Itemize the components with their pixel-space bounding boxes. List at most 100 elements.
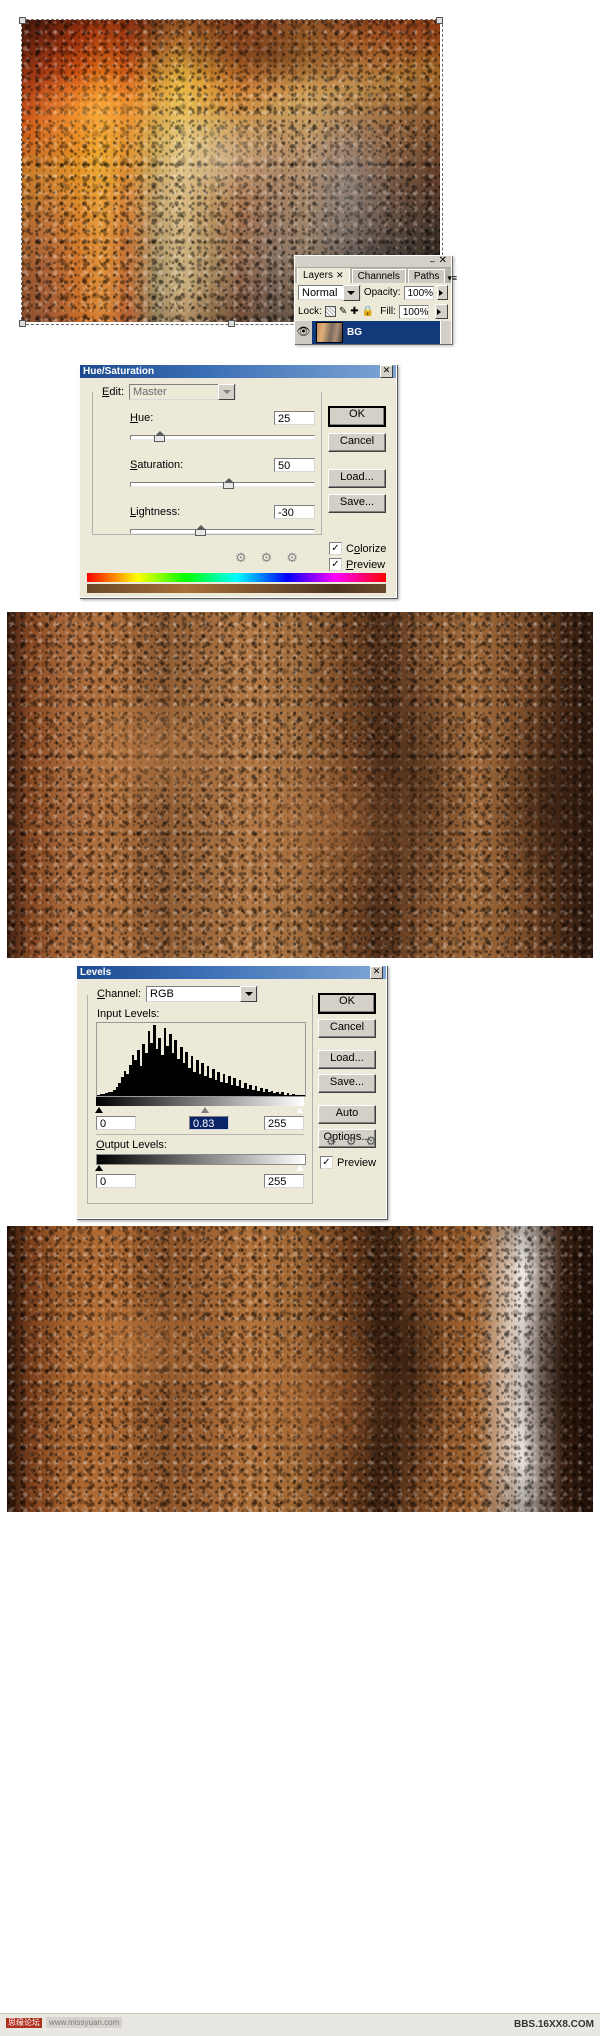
fill-stepper-icon[interactable]	[434, 304, 448, 319]
colorize-checkbox[interactable]: ✓	[329, 542, 342, 555]
selection-handle-bc[interactable]	[228, 320, 235, 327]
palette-tab-row[interactable]: Layers ✕ Channels Paths ▾≡	[295, 267, 457, 283]
auto-button[interactable]: Auto	[318, 1105, 376, 1124]
output-white-point-marker[interactable]	[296, 1165, 304, 1171]
saturation-value[interactable]: 50	[274, 458, 315, 472]
spectrum-bar-result	[87, 584, 386, 593]
palette-menu-icon[interactable]: ▾≡	[447, 274, 457, 283]
lightness-slider-thumb[interactable]	[194, 525, 206, 536]
eyedropper-icon[interactable]: ⚙	[235, 550, 247, 566]
ok-button[interactable]: OK	[318, 993, 376, 1014]
preview-label: Preview	[337, 1156, 377, 1169]
layer-name[interactable]: BG	[347, 327, 362, 338]
hue-slider[interactable]	[130, 431, 315, 442]
lock-image-pixels-icon[interactable]: ✎	[339, 306, 347, 317]
blend-mode-select[interactable]: Normal	[298, 284, 361, 301]
photo-final-rust-texture-after-levels	[7, 1226, 593, 1512]
eyedropper-white-icon[interactable]: ⚙	[366, 1134, 377, 1148]
selection-handle-tl[interactable]	[19, 17, 26, 24]
tab-layers[interactable]: Layers ✕	[297, 267, 350, 283]
tab-channels-label: Channels	[357, 271, 400, 282]
site-watermark: BBS.16XX8.COM	[513, 2019, 594, 2030]
eyedropper-minus-icon[interactable]: ⚙	[286, 550, 298, 566]
load-button[interactable]: Load...	[318, 1050, 376, 1069]
lock-all-icon[interactable]: 🔒	[362, 306, 374, 317]
histogram-bar	[302, 1095, 305, 1096]
close-icon[interactable]: ✕	[439, 256, 447, 266]
layer-row-bg[interactable]: 👁 BG	[295, 321, 451, 344]
saturation-slider-thumb[interactable]	[222, 478, 234, 489]
forum-badge: 思缘论坛	[6, 2017, 42, 2028]
lightness-slider[interactable]	[130, 525, 315, 536]
channel-label: Channel:	[97, 988, 142, 1000]
close-icon[interactable]: ✕	[370, 966, 383, 979]
preview-checkbox[interactable]: ✓	[329, 558, 342, 571]
preview-checkbox[interactable]: ✓	[320, 1156, 333, 1169]
edit-channel-value: Master	[133, 386, 167, 398]
save-button[interactable]: Save...	[318, 1074, 376, 1093]
lock-position-icon[interactable]: ✚	[350, 306, 358, 317]
ok-button[interactable]: OK	[328, 406, 386, 427]
save-button[interactable]: Save...	[328, 494, 386, 513]
chevron-down-icon[interactable]	[240, 986, 258, 1002]
saturation-label: Saturation:	[130, 459, 184, 471]
tab-paths[interactable]: Paths	[407, 269, 446, 283]
close-x-icon[interactable]: ✕	[336, 268, 344, 283]
input-gamma-value[interactable]: 0.83	[189, 1116, 229, 1130]
tab-channels[interactable]: Channels	[351, 269, 406, 283]
channel-select[interactable]: RGB	[146, 986, 259, 1002]
output-black-value[interactable]: 0	[96, 1174, 136, 1188]
chevron-down-icon[interactable]	[218, 384, 236, 400]
lock-transparent-pixels-icon[interactable]	[324, 306, 336, 317]
opacity-value[interactable]: 100%	[403, 285, 434, 300]
tab-layers-label: Layers	[303, 270, 334, 281]
output-black-point-marker[interactable]	[95, 1165, 103, 1171]
hue-slider-thumb[interactable]	[154, 431, 166, 442]
watermark-left: 思缘论坛 www.missyuan.com	[6, 2017, 123, 2028]
layer-thumbnail[interactable]	[316, 322, 343, 343]
eyedropper-black-icon[interactable]: ⚙	[326, 1134, 337, 1148]
lightness-value[interactable]: -30	[274, 505, 315, 519]
hue-saturation-titlebar[interactable]: Hue/Saturation ✕	[80, 365, 396, 378]
load-button[interactable]: Load...	[328, 469, 386, 488]
layers-palette[interactable]: – ✕ Layers ✕ Channels Paths ▾≡ Normal Op…	[294, 255, 457, 344]
preview-label: Preview	[346, 558, 386, 571]
input-black-point-marker[interactable]	[95, 1107, 103, 1113]
levels-dialog[interactable]: Levels ✕ Channel: RGB Input Levels: 0 0.…	[76, 965, 387, 1219]
selection-handle-bl[interactable]	[19, 320, 26, 327]
fill-value[interactable]: 100%	[398, 304, 429, 319]
eyedropper-gray-icon[interactable]: ⚙	[346, 1134, 357, 1148]
close-icon[interactable]: ✕	[380, 365, 393, 378]
edit-label-rest: dit:	[109, 386, 125, 398]
eye-visibility-icon[interactable]: 👁	[295, 321, 312, 344]
input-white-point-marker[interactable]	[296, 1107, 304, 1113]
minimize-icon[interactable]: –	[430, 257, 435, 266]
photo-colorized-rust-texture	[7, 612, 593, 958]
hue-value[interactable]: 25	[274, 411, 315, 425]
opacity-stepper-icon[interactable]	[436, 285, 448, 300]
levels-title: Levels	[80, 967, 112, 978]
palette-scrollbar[interactable]	[440, 321, 451, 344]
blend-opacity-row[interactable]: Normal Opacity: 100%	[295, 283, 451, 302]
levels-titlebar[interactable]: Levels ✕	[77, 966, 386, 979]
fill-label: Fill:	[380, 306, 396, 317]
cancel-button[interactable]: Cancel	[328, 433, 386, 452]
output-white-value[interactable]: 255	[264, 1174, 304, 1188]
saturation-slider[interactable]	[130, 478, 315, 489]
chevron-down-icon[interactable]	[342, 284, 360, 301]
footer-bar: 思缘论坛 www.missyuan.com BBS.16XX8.COM	[0, 2013, 600, 2036]
edit-channel-select[interactable]: Master	[129, 384, 237, 400]
input-black-value[interactable]: 0	[96, 1116, 136, 1130]
spectrum-bar-original	[87, 573, 386, 582]
cancel-button[interactable]: Cancel	[318, 1019, 376, 1038]
eyedropper-plus-icon[interactable]: ⚙	[261, 550, 273, 566]
selection-handle-tr[interactable]	[436, 17, 443, 24]
input-gray-point-marker[interactable]	[201, 1107, 209, 1113]
hue-saturation-dialog[interactable]: Hue/Saturation ✕ Edit: Master Hue: 25 Sa…	[79, 364, 397, 598]
opacity-label: Opacity:	[363, 287, 401, 298]
input-white-value[interactable]: 255	[264, 1116, 304, 1130]
forum-url: www.missyuan.com	[46, 2017, 123, 2028]
palette-titlebar[interactable]: – ✕	[295, 256, 451, 268]
lock-fill-row[interactable]: Lock: ✎ ✚ 🔒 Fill: 100%	[295, 302, 451, 321]
tab-paths-label: Paths	[413, 271, 440, 282]
